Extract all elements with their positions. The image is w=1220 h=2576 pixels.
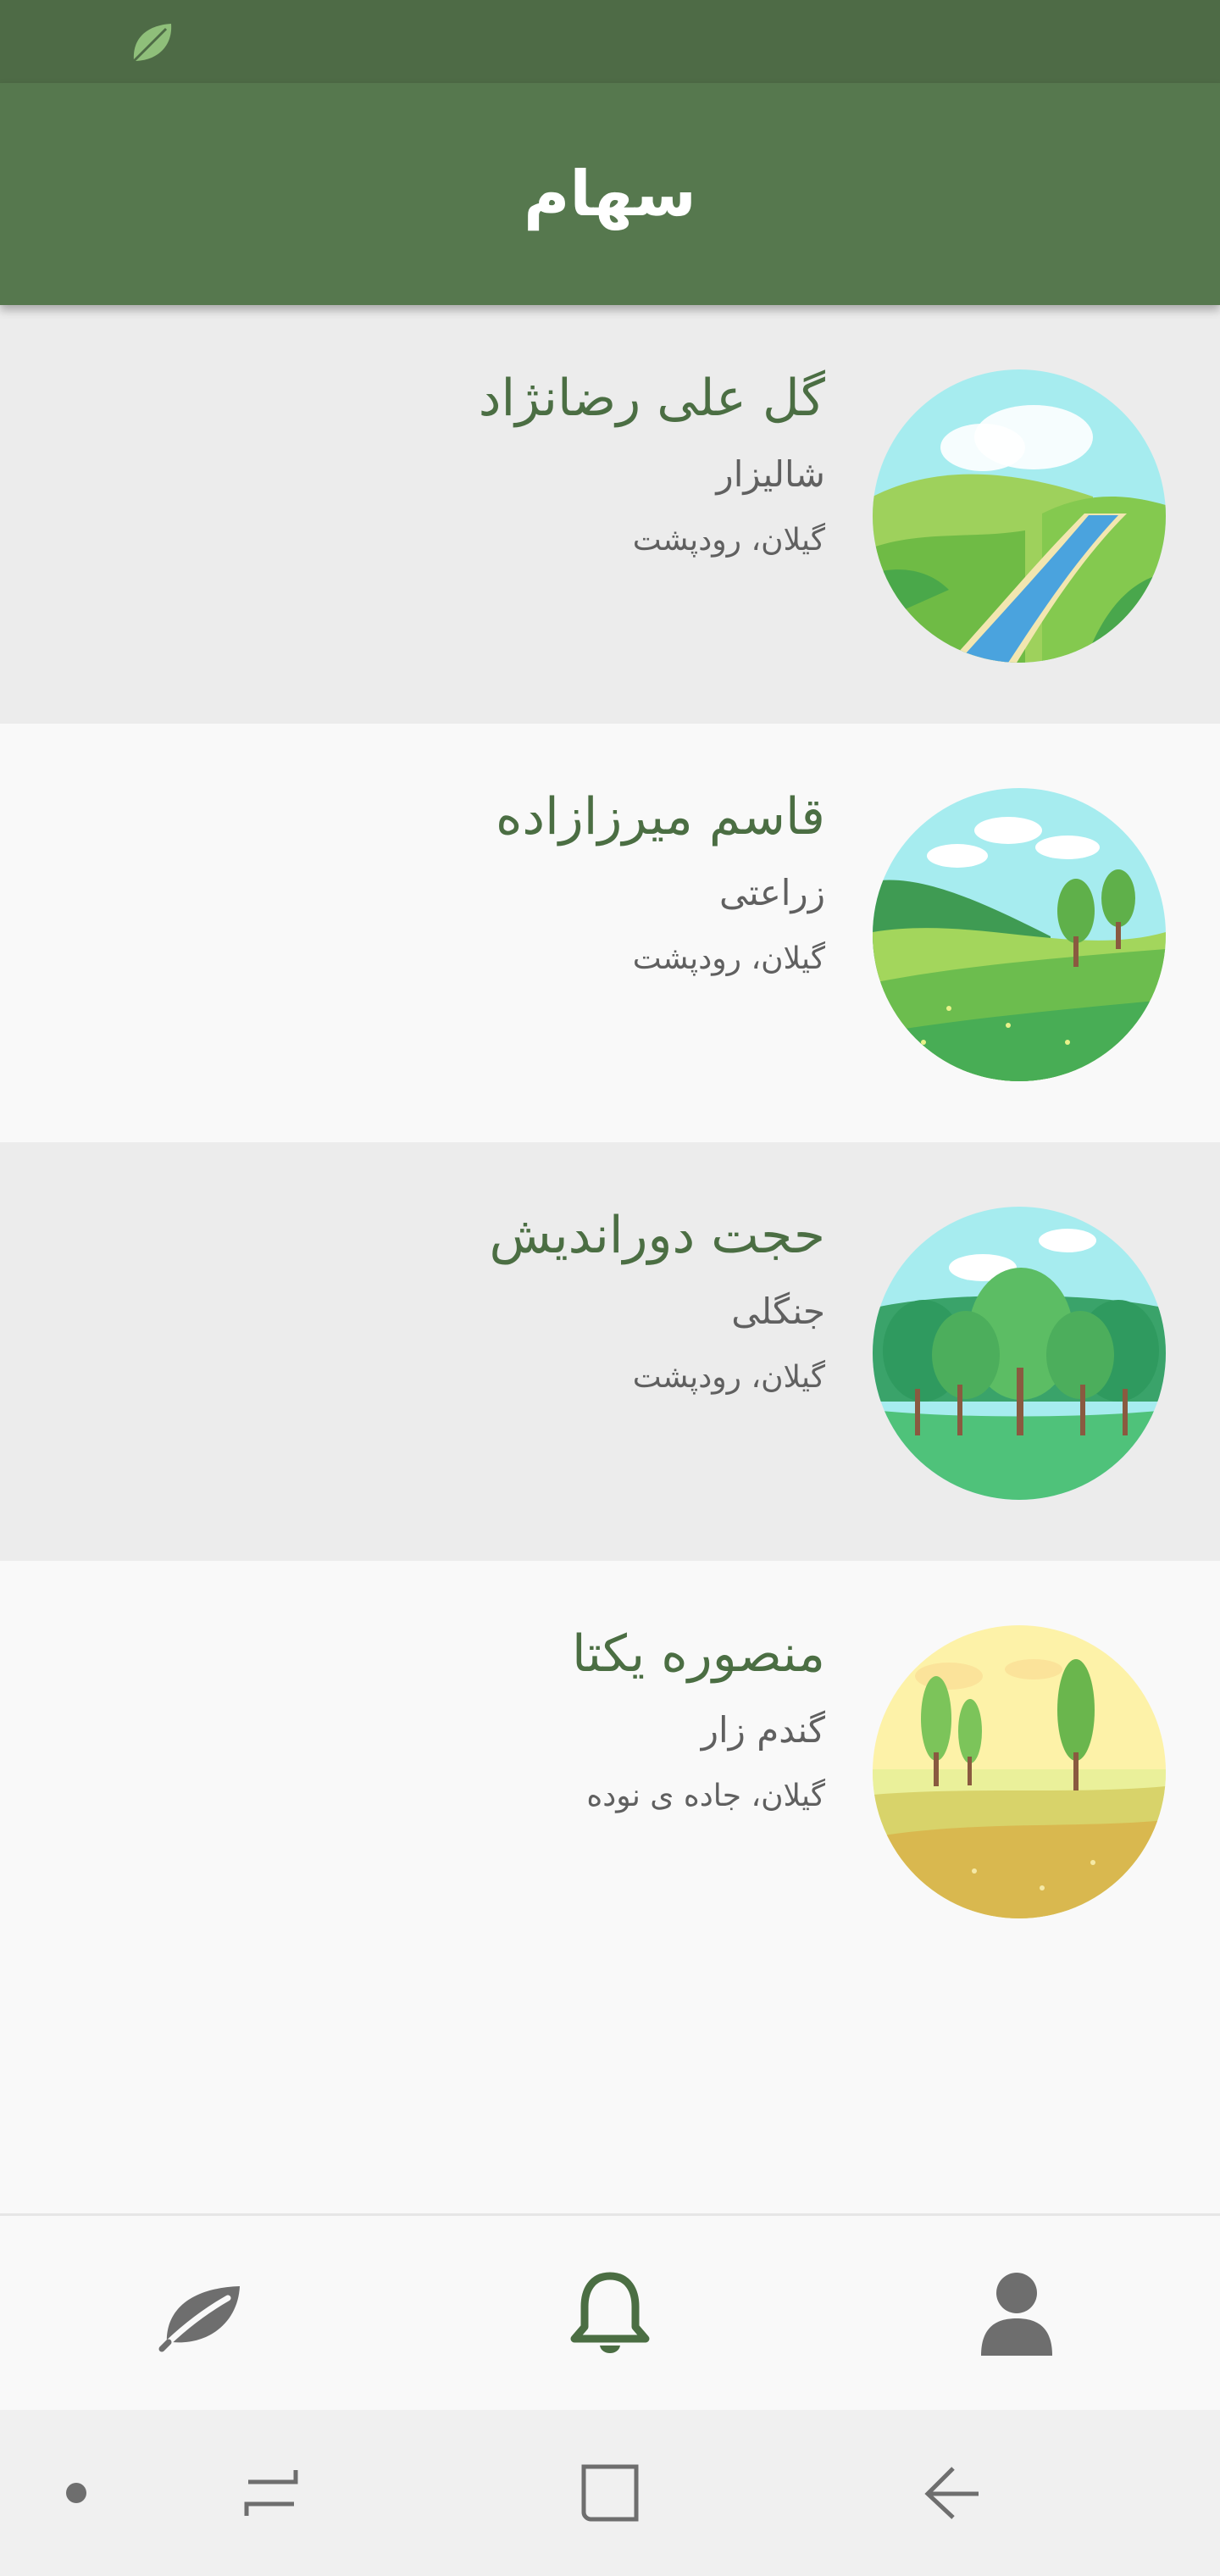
farm-category: زراعتی <box>719 872 825 913</box>
list-item[interactable]: قاسم میرزازاده زراعتی گیلان، رودپشت <box>0 724 1220 1142</box>
list-item[interactable]: حجت دوراندیش جنگلی گیلان، رودپشت <box>0 1142 1220 1561</box>
dot-icon <box>66 2483 86 2503</box>
farm-thumbnail-river <box>873 369 1166 663</box>
farm-location: گیلان، رودپشت <box>632 1360 825 1395</box>
farm-category: جنگلی <box>731 1291 825 1332</box>
dot-button[interactable] <box>51 2410 102 2576</box>
system-navigation-bar <box>0 2410 1220 2576</box>
list-item[interactable]: گل علی رضانژاد شالیزار گیلان، رودپشت <box>0 305 1220 724</box>
page-title: سهام <box>524 158 696 230</box>
farm-category: گندم زار <box>701 1709 825 1751</box>
farm-thumbnail-hills <box>873 788 1166 1081</box>
recents-icon <box>244 2470 298 2516</box>
farm-name: گل علی رضانژاد <box>478 369 825 428</box>
farm-list: گل علی رضانژاد شالیزار گیلان، رودپشت قاس… <box>0 305 1220 1979</box>
user-icon <box>981 2273 1052 2356</box>
nav-profile[interactable] <box>813 2216 1220 2412</box>
farm-name: قاسم میرزازاده <box>495 787 825 847</box>
farm-category: شالیزار <box>716 453 825 495</box>
leaf-icon <box>158 2286 240 2352</box>
farm-location: گیلان، رودپشت <box>632 941 825 976</box>
app-bar: سهام <box>0 83 1220 305</box>
leaf-icon <box>132 24 172 63</box>
back-icon <box>924 2467 979 2519</box>
farm-location: گیلان، جاده ی نوده <box>586 1779 825 1813</box>
farm-thumbnail-forest <box>873 1207 1166 1500</box>
farm-name: حجت دوراندیش <box>489 1206 825 1265</box>
bell-icon <box>570 2272 650 2353</box>
farm-name: منصوره یکتا <box>572 1624 825 1684</box>
nav-leaf[interactable] <box>0 2216 407 2412</box>
recents-button[interactable] <box>220 2410 322 2576</box>
home-icon <box>581 2464 639 2522</box>
nav-notifications[interactable] <box>407 2216 813 2412</box>
home-button[interactable] <box>559 2410 661 2576</box>
list-item[interactable]: منصوره یکتا گندم زار گیلان، جاده ی نوده <box>0 1561 1220 1979</box>
bottom-navigation <box>0 2213 1220 2412</box>
farm-location: گیلان، رودپشت <box>632 523 825 558</box>
farm-thumbnail-wheat <box>873 1625 1166 1918</box>
back-button[interactable] <box>901 2410 1003 2576</box>
status-bar <box>0 0 1220 83</box>
